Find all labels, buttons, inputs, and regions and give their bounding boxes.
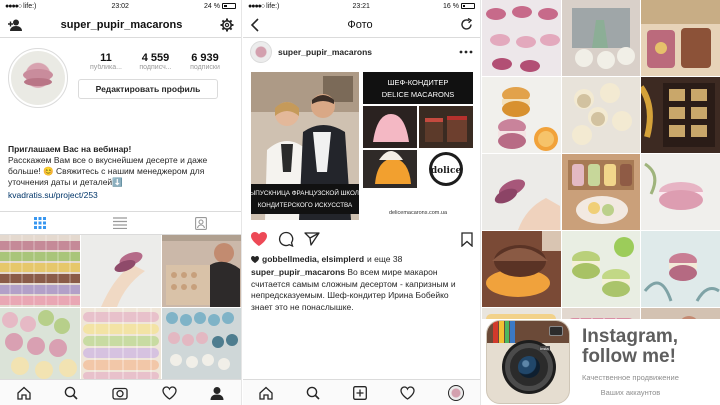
photo-tile — [482, 231, 561, 307]
photo-tile — [562, 231, 640, 307]
bottom-navigation — [0, 379, 241, 405]
post-thumbnail[interactable] — [0, 308, 80, 380]
signal-icon: ●●●●○ — [248, 2, 265, 10]
screen-title: Фото — [347, 18, 373, 31]
photo-tile — [562, 154, 640, 230]
edit-profile-button[interactable]: Редактировать профиль — [78, 79, 218, 99]
promo-banner: Insta Instagram, follow me! Качественное… — [482, 319, 720, 405]
post-thumbnail[interactable] — [0, 235, 80, 307]
profile-username: super_pupir_macarons — [60, 18, 183, 31]
profile-screen: ●●●●○ life:) 23:02 24 % super_pupir_maca… — [0, 0, 242, 405]
add-user-icon[interactable] — [7, 19, 23, 31]
image-banner-top-1: ШЕФ-КОНДИТЕР — [388, 78, 449, 87]
image-logo-text: dolice — [431, 166, 462, 176]
author-username[interactable]: super_pupir_macarons — [278, 47, 372, 57]
likes-row: gobbellmedia, elsimplerd и еще 38 — [243, 254, 480, 264]
image-site-text: delicemacarons.com.ua — [389, 210, 448, 216]
bio-text: Расскажем Вам все о вкуснейшем десерте и… — [8, 155, 208, 187]
refresh-icon[interactable] — [460, 18, 473, 31]
author-avatar[interactable] — [250, 41, 272, 63]
bookmark-icon[interactable] — [461, 231, 473, 247]
home-icon[interactable] — [17, 386, 31, 400]
list-icon[interactable] — [113, 217, 128, 229]
profile-header-bar: super_pupir_macarons — [0, 12, 241, 38]
post-caption: super_pupir_macarons Во всем мире макаро… — [243, 264, 480, 313]
promo-subtitle-line-2: Ваших аккаунтов — [600, 388, 661, 397]
like-heart-icon[interactable] — [250, 231, 268, 247]
heart-icon[interactable] — [400, 385, 415, 400]
status-bar: ●●●●○ life:) 23:21 16 % — [243, 0, 480, 12]
screenshot-collage: ●●●●○ life:) 23:02 24 % super_pupir_maca… — [0, 0, 720, 405]
image-banner-bottom-1: ВЫПУСКНИЦА ФРАНЦУЗСКОЙ ШКОЛЫ — [251, 188, 365, 197]
battery-icon — [461, 3, 475, 9]
gear-icon[interactable] — [220, 18, 234, 32]
photo-tile — [562, 77, 640, 153]
photo-tile — [562, 0, 640, 76]
back-arrow-icon[interactable] — [250, 17, 260, 32]
photo-tile — [641, 77, 720, 153]
promo-title-line-1: Instagram, — [582, 326, 679, 347]
more-options-icon[interactable] — [459, 50, 473, 54]
post-thumbnail[interactable] — [81, 308, 161, 380]
photo-tile — [641, 154, 720, 230]
macaron-photo-collage: Insta Instagram, follow me! Качественное… — [482, 0, 720, 405]
grid-icon[interactable] — [33, 217, 46, 229]
search-icon[interactable] — [306, 386, 320, 400]
bio-link[interactable]: kvadratis.su/project/253 — [8, 190, 233, 201]
photo-tile — [482, 77, 561, 153]
post-screen: ●●●●○ life:) 23:21 16 % Фото super_pupir… — [243, 0, 481, 405]
add-post-icon[interactable] — [353, 385, 367, 400]
liked-by-rest[interactable]: и еще 38 — [367, 254, 402, 264]
battery-percent: 24 % — [204, 2, 220, 10]
share-icon[interactable] — [304, 232, 320, 246]
profile-stats: 11 публика... 4 559 подписч... 6 939 под… — [78, 48, 233, 71]
profile-view-tabs — [0, 211, 241, 235]
post-image[interactable]: ШЕФ-КОНДИТЕР DELICE MACARONS dolice ВЫПУ… — [246, 72, 473, 220]
status-time: 23:02 — [111, 2, 129, 10]
post-header-bar: Фото — [243, 12, 480, 38]
home-icon[interactable] — [259, 386, 274, 400]
profile-avatar[interactable] — [8, 48, 68, 108]
caption-username[interactable]: super_pupir_macarons — [251, 267, 345, 277]
stat-posts[interactable]: 11 публика... — [82, 52, 130, 71]
logo-label: Insta — [539, 346, 550, 351]
comment-icon[interactable] — [278, 231, 294, 247]
search-icon[interactable] — [64, 386, 78, 400]
small-heart-icon — [251, 255, 259, 263]
photo-tile — [641, 0, 720, 76]
profile-post-grid — [0, 235, 241, 380]
signal-icon: ●●●●○ — [5, 2, 22, 10]
post-thumbnail[interactable] — [162, 235, 241, 307]
post-actions — [243, 224, 480, 254]
carrier: life:) — [23, 2, 37, 10]
status-time: 23:21 — [352, 2, 370, 10]
post-author-row: super_pupir_macarons — [243, 38, 480, 66]
tagged-icon[interactable] — [195, 216, 208, 230]
bottom-navigation — [243, 379, 480, 405]
photo-tile — [482, 0, 561, 76]
profile-avatar-icon[interactable] — [447, 384, 464, 401]
photo-tile — [641, 231, 720, 307]
post-thumbnail[interactable] — [162, 308, 241, 380]
profile-bio: Приглашаем Вас на вебинар! Расскажем Вам… — [0, 144, 241, 201]
carrier: life:) — [266, 2, 280, 10]
stat-following[interactable]: 6 939 подписки — [181, 52, 229, 71]
photo-tile — [482, 154, 561, 230]
stat-followers[interactable]: 4 559 подписч... — [132, 52, 180, 71]
battery-percent: 16 % — [443, 2, 459, 10]
status-bar: ●●●●○ life:) 23:02 24 % — [0, 0, 241, 12]
camera-icon[interactable] — [112, 386, 128, 400]
image-banner-bottom-2: КОНДИТЕРСКОГО ИСКУССТВА — [258, 202, 353, 209]
profile-icon[interactable] — [210, 386, 224, 400]
image-banner-top-2: DELICE MACARONS — [382, 90, 455, 99]
promo-title-line-2: follow me! — [582, 346, 676, 367]
battery-icon — [222, 3, 236, 9]
post-thumbnail[interactable] — [81, 235, 161, 307]
heart-icon[interactable] — [161, 385, 177, 400]
promo-subtitle-line-1: Качественное продвижение — [582, 373, 679, 382]
liked-by-users[interactable]: gobbellmedia, elsimplerd — [262, 254, 364, 264]
instagram-logo-icon: Insta — [486, 320, 570, 404]
